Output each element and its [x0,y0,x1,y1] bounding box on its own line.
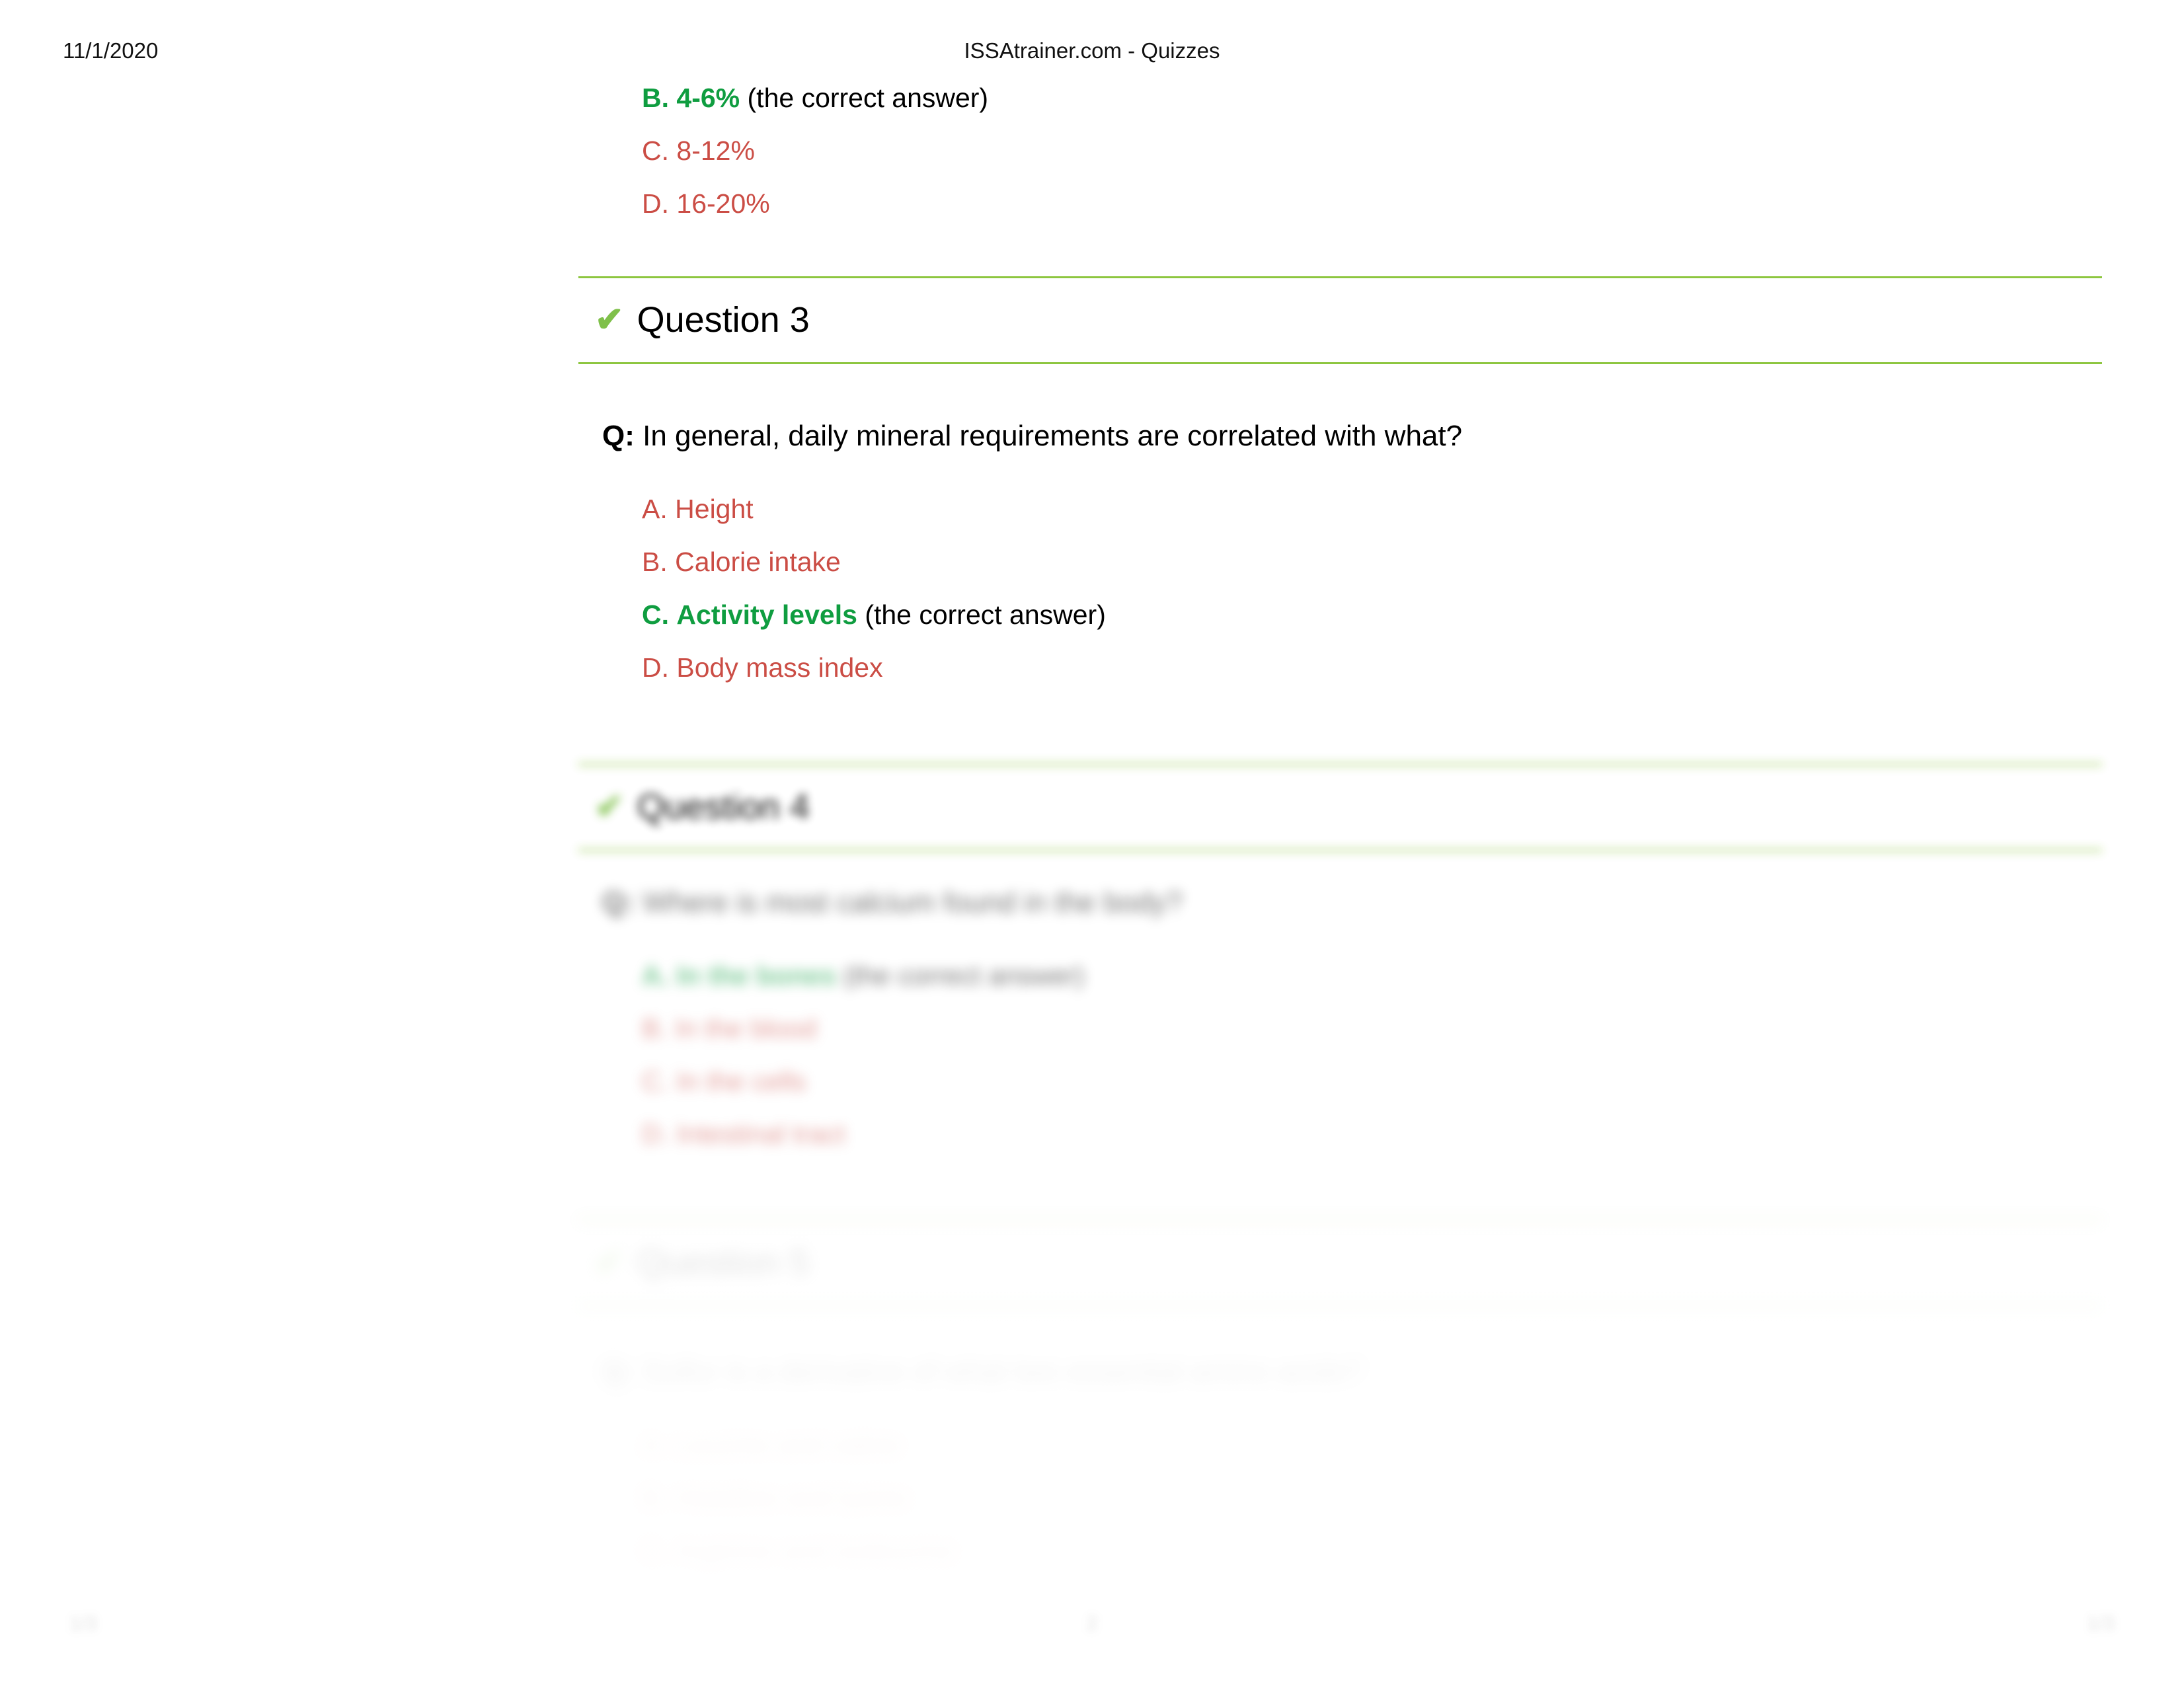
answer-letter: D. [642,1119,669,1149]
answer-note: (the correct answer) [865,599,1106,630]
answer-option[interactable]: D. 16-20% [578,190,2102,217]
quiz-results-page: 11/1/2020 ISSAtrainer.com - Quizzes B. 4… [0,0,2184,1688]
question-prompt-text: Where is most calcium found in the body? [643,886,1183,919]
answer-letter: B. [642,1013,668,1044]
answer-text: Arginine and isoleucine [675,1535,956,1566]
answer-letter: D. [642,188,669,219]
answer-text: Leucine and valine [675,1430,902,1460]
question-4-header-blur: ✔ Question 4 [0,763,2184,896]
answer-letter: B. [642,547,668,577]
answer-option[interactable]: A. In the bones (the correct answer) [578,962,2102,989]
answer-text: Height [675,494,754,524]
answer-text: 4-6% [676,83,740,113]
check-icon: ✔ [595,1244,624,1282]
question-4-options: A. In the bones (the correct answer) B. … [578,962,2102,1148]
question-5-header-blur: ✔ Question 5 [0,1219,2184,1352]
answer-letter: A. [642,494,668,524]
question-label-icon: Q: [602,886,635,919]
answer-letter: B. [642,83,669,113]
answer-letter: A. [642,960,669,991]
question-5-body-blur: Q: Sulfur is a derivative of what two es… [0,1348,2184,1639]
answer-option[interactable]: C. 8-12% [578,137,2102,165]
answer-letter: C. [642,135,669,166]
answer-text: 16-20% [676,188,770,219]
answer-text: Calorie intake [675,547,841,577]
check-icon: ✔ [595,788,624,826]
answer-text: Histidine and lysine [675,1482,909,1513]
answer-letter: B. [642,1482,668,1513]
print-footer-right: 1/3 [2087,1613,2115,1634]
check-icon: ✔ [595,301,624,339]
answer-option[interactable]: B. Calorie intake [578,549,2102,576]
answer-note: (the correct answer) [747,83,989,113]
answer-option[interactable]: D. Body mass index [578,654,2102,681]
answer-option[interactable]: B. In the blood [578,1015,2102,1042]
question-label-icon: Q: [602,1356,635,1388]
question-label-icon: Q: [602,420,635,452]
question-2-options: B. 4-6% (the correct answer) C. 8-12% D.… [578,85,2102,217]
answer-text: Body mass index [676,652,883,683]
print-footer-center: 2 [1086,1613,1098,1634]
answer-note: (the correct answer) [843,960,1085,991]
question-title: Question 4 [637,787,810,827]
question-prompt: Q: Where is most calcium found in the bo… [578,888,2102,917]
answer-text: Activity levels [676,599,857,630]
answer-text: In the blood [675,1013,817,1044]
answer-option[interactable]: C. Activity levels (the correct answer) [578,601,2102,629]
answer-option[interactable]: A. Leucine and valine [578,1432,2102,1459]
question-4-header: ✔ Question 4 [578,763,2102,851]
question-3-options: A. Height B. Calorie intake C. Activity … [578,496,2102,681]
answer-letter: C. [642,1066,669,1096]
answer-letter: C. [642,599,669,630]
question-4-body-blur: Q: Where is most calcium found in the bo… [0,879,2184,1249]
answer-option[interactable]: B. Histidine and lysine [578,1484,2102,1512]
answer-letter: D. [642,652,669,683]
print-footer: 1/3 2 1/3 [0,1613,2184,1652]
answer-text: Intestinal tract [676,1119,845,1149]
question-prompt: Q: In general, daily mineral requirement… [578,422,2102,451]
question-3-header: ✔ Question 3 [578,276,2102,364]
print-header: 11/1/2020 ISSAtrainer.com - Quizzes [0,38,2184,69]
question-title: Question 3 [637,300,810,340]
answer-letter: C. [642,1535,669,1566]
answer-letter: A. [642,1430,668,1460]
answer-option[interactable]: D. Intestinal tract [578,1121,2102,1148]
question-title: Question 5 [637,1243,810,1283]
answer-text: 8-12% [676,135,755,166]
print-header-title: ISSAtrainer.com - Quizzes [964,38,1220,63]
question-5-header: ✔ Question 5 [578,1219,2102,1307]
answer-option[interactable]: B. 4-6% (the correct answer) [578,85,2102,112]
answer-text: In the bones [676,960,836,991]
answer-option[interactable]: A. Height [578,496,2102,523]
answer-option[interactable]: C. In the cells [578,1068,2102,1095]
question-3-section: ✔ Question 3 Q: In general, daily minera… [578,276,2102,681]
question-prompt-text: In general, daily mineral requirements a… [643,420,1463,452]
question-5-options: A. Leucine and valine B. Histidine and l… [578,1432,2102,1564]
answer-text: In the cells [676,1066,806,1096]
question-prompt: Q: Sulfur is a derivative of what two es… [578,1358,2102,1387]
question-prompt-text: Sulfur is a derivative of what two essen… [643,1356,1362,1388]
answer-option[interactable]: C. Arginine and isoleucine [578,1537,2102,1564]
